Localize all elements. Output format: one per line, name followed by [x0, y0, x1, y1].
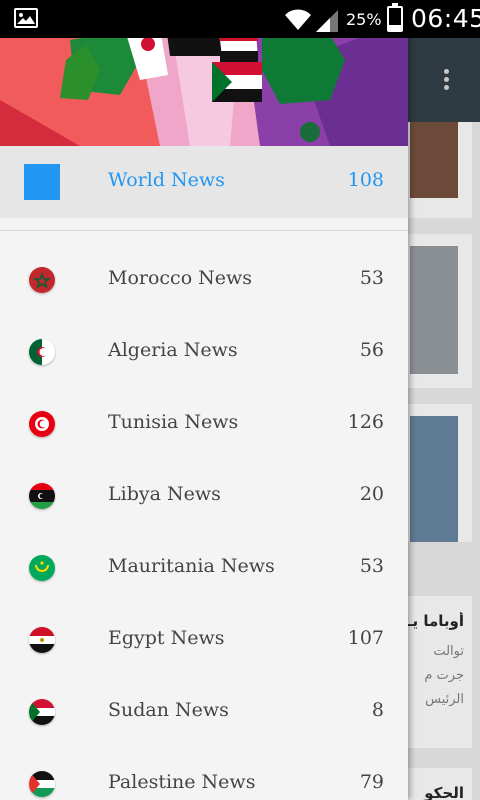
- clock: 06:45: [411, 4, 480, 33]
- nav-item-label: Mauritania News: [108, 555, 275, 577]
- article-card[interactable]: [404, 234, 472, 388]
- nav-item-count: 53: [359, 555, 384, 577]
- palestine-flag-icon: [29, 771, 55, 797]
- article-snippet-line: جرت م: [424, 668, 464, 683]
- overflow-menu-icon[interactable]: [436, 66, 456, 96]
- libya-flag-icon: [29, 483, 55, 509]
- nav-item-palestine[interactable]: Palestine News 79: [0, 748, 408, 800]
- article-card[interactable]: [404, 122, 472, 218]
- status-bar: 25% 06:45: [0, 0, 480, 38]
- nav-item-tunisia[interactable]: Tunisia News 126: [0, 388, 408, 460]
- battery-percent: 25%: [346, 10, 382, 29]
- nav-item-libya[interactable]: Libya News 20: [0, 460, 408, 532]
- nav-item-label: Egypt News: [108, 627, 225, 649]
- tunisia-flag-icon: [29, 411, 55, 437]
- mauritania-flag-icon: [29, 555, 55, 581]
- nav-item-morocco[interactable]: Morocco News 53: [0, 244, 408, 316]
- nav-item-label: Palestine News: [108, 771, 256, 793]
- gallery-notification-icon: [14, 8, 38, 28]
- signal-icon: [316, 10, 338, 32]
- divider: [0, 230, 408, 231]
- nav-item-count: 53: [359, 267, 384, 289]
- article-headline: أوباما يـ: [407, 612, 464, 630]
- wifi-icon: [285, 9, 311, 30]
- nav-item-mauritania[interactable]: Mauritania News 53: [0, 532, 408, 604]
- morocco-flag-icon: [29, 267, 55, 293]
- nav-item-world-news[interactable]: World News 108: [0, 146, 408, 218]
- navigation-drawer: World News 108 Morocco News 53 Algeria N…: [0, 0, 408, 800]
- article-headline: الحكو: [424, 784, 464, 800]
- article-thumbnail: [410, 122, 458, 198]
- algeria-flag-icon: [29, 339, 55, 365]
- nav-item-label: Sudan News: [108, 699, 229, 721]
- article-snippet-line: توالت: [433, 644, 464, 659]
- nav-item-label: Libya News: [108, 483, 221, 505]
- article-thumbnail: [410, 416, 458, 542]
- nav-item-count: 107: [347, 627, 384, 649]
- article-card[interactable]: الحكو: [404, 768, 472, 800]
- article-card[interactable]: أوباما يـ توالت جرت م الرئيس: [404, 596, 472, 748]
- nav-item-label: World News: [108, 169, 225, 191]
- article-card[interactable]: [404, 404, 472, 542]
- nav-item-label: Algeria News: [108, 339, 238, 361]
- egypt-flag-icon: [29, 627, 55, 653]
- nav-item-count: 8: [371, 699, 384, 721]
- sudan-flag-icon: [29, 699, 55, 725]
- nav-item-algeria[interactable]: Algeria News 56: [0, 316, 408, 388]
- nav-item-label: Tunisia News: [108, 411, 239, 433]
- battery-icon: [387, 3, 403, 32]
- nav-item-count: 79: [359, 771, 384, 793]
- nav-item-count: 108: [347, 169, 384, 191]
- nav-item-count: 56: [359, 339, 384, 361]
- nav-item-count: 20: [359, 483, 384, 505]
- nav-item-egypt[interactable]: Egypt News 107: [0, 604, 408, 676]
- blue-square-icon: [24, 164, 60, 200]
- nav-item-label: Morocco News: [108, 267, 253, 289]
- article-snippet-line: الرئيس: [425, 692, 464, 707]
- nav-item-sudan[interactable]: Sudan News 8: [0, 676, 408, 748]
- nav-item-count: 126: [347, 411, 384, 433]
- article-thumbnail: [410, 246, 458, 374]
